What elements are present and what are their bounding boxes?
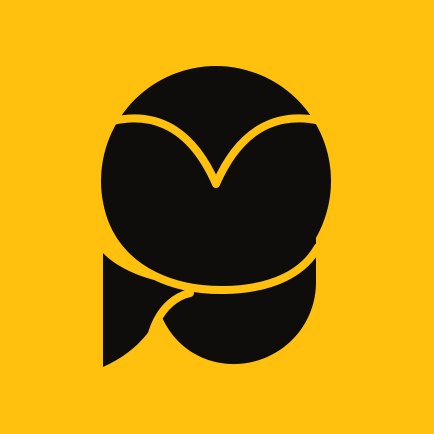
owl-logo-icon: [0, 0, 434, 434]
app-icon-canvas: [0, 0, 434, 434]
